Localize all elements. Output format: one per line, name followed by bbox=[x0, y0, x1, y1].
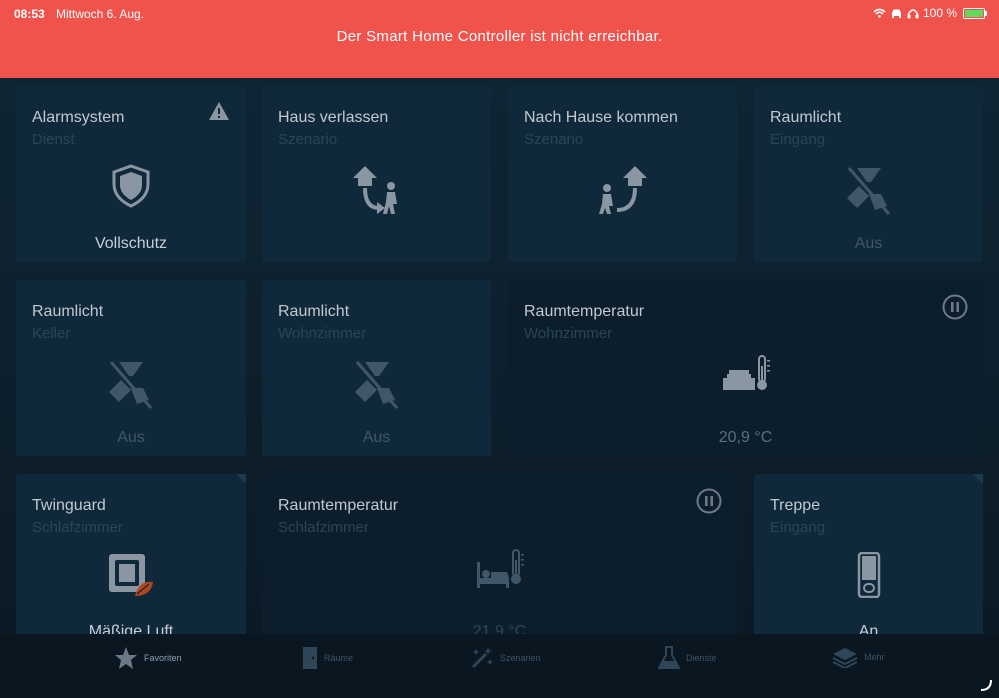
tile-value: An bbox=[858, 623, 879, 634]
tile-raumlicht-eingang[interactable]: Raumlicht Eingang Aus bbox=[754, 86, 983, 262]
favorites-grid: Alarmsystem Dienst Vollschutz Haus verla… bbox=[0, 78, 999, 634]
tab-raeume[interactable]: Räume bbox=[302, 646, 353, 670]
battery-icon bbox=[963, 7, 987, 19]
tile-fold bbox=[236, 474, 246, 484]
tile-raumtemperatur-wohnzimmer[interactable]: Raumtemperatur Wohnzimmer 20,9 °C bbox=[508, 280, 983, 456]
tile-twinguard[interactable]: Twinguard Schlafzimmer Mäßige Luft bbox=[16, 474, 246, 634]
tile-fold bbox=[973, 474, 983, 484]
tile-title: Alarmsystem bbox=[32, 109, 125, 126]
tile-subtitle: Dienst bbox=[32, 131, 75, 148]
tile-nach-hause-kommen[interactable]: Nach Hause kommen Szenario bbox=[508, 86, 737, 262]
tile-subtitle: Eingang bbox=[770, 131, 826, 148]
flask-icon bbox=[658, 646, 680, 669]
light-off-icon bbox=[846, 167, 890, 215]
magic-wand-icon bbox=[471, 647, 493, 669]
leave-house-icon bbox=[352, 166, 397, 214]
tab-dienste[interactable]: Dienste bbox=[658, 646, 717, 670]
shield-icon bbox=[112, 164, 150, 208]
tile-raumlicht-wohnzimmer[interactable]: Raumlicht Wohnzimmer Aus bbox=[262, 280, 491, 456]
tile-subtitle: Keller bbox=[32, 325, 71, 342]
tile-subtitle: Wohnzimmer bbox=[278, 325, 367, 342]
pause-icon[interactable] bbox=[942, 294, 968, 320]
status-date: Mittwoch 6. Aug. bbox=[56, 7, 145, 21]
tile-title: Raumlicht bbox=[278, 303, 350, 320]
banner-message: Der Smart Home Controller ist nicht erre… bbox=[336, 28, 663, 45]
tab-bar: Favoriten Räume Szenarien Dienste Mehr bbox=[0, 634, 999, 698]
status-time: 08:53 bbox=[14, 7, 45, 21]
tile-raumlicht-keller[interactable]: Raumlicht Keller Aus bbox=[16, 280, 246, 456]
tile-subtitle: Schlafzimmer bbox=[32, 519, 123, 536]
tile-subtitle: Schlafzimmer bbox=[278, 519, 369, 536]
tile-value: Aus bbox=[362, 429, 391, 446]
error-banner: 08:53 Mittwoch 6. Aug. 100 % Der Smart H… bbox=[0, 0, 999, 78]
status-indicators: 100 % bbox=[873, 6, 987, 20]
tile-subtitle: Eingang bbox=[770, 519, 826, 536]
car-icon bbox=[891, 9, 901, 18]
warning-icon[interactable] bbox=[208, 101, 230, 121]
tile-subtitle: Szenario bbox=[278, 131, 338, 148]
tab-label: Dienste bbox=[686, 653, 717, 663]
tile-title: Haus verlassen bbox=[278, 109, 389, 126]
star-icon bbox=[115, 647, 137, 669]
tile-subtitle: Wohnzimmer bbox=[524, 325, 613, 342]
tab-label: Szenarien bbox=[500, 653, 541, 663]
battery-percentage: 100 % bbox=[922, 6, 957, 20]
tile-title: Treppe bbox=[770, 497, 821, 514]
tile-value: Vollschutz bbox=[94, 235, 168, 252]
resize-handle-icon bbox=[980, 679, 992, 691]
tab-label: Räume bbox=[324, 653, 354, 663]
light-off-icon bbox=[354, 361, 398, 409]
tab-label: Mehr bbox=[864, 652, 885, 662]
tab-favoriten[interactable]: Favoriten bbox=[114, 646, 182, 670]
tile-title: Raumlicht bbox=[32, 303, 104, 320]
twinguard-icon bbox=[109, 554, 153, 596]
headphones-icon bbox=[907, 8, 919, 18]
wifi-icon bbox=[873, 8, 886, 18]
tab-label: Favoriten bbox=[144, 653, 182, 663]
come-home-icon bbox=[598, 166, 647, 214]
tab-mehr[interactable]: Mehr bbox=[832, 646, 885, 668]
switch-icon bbox=[857, 552, 880, 598]
tile-raumtemperatur-schlafzimmer[interactable]: Raumtemperatur Schlafzimmer 21,9 °C bbox=[262, 474, 737, 634]
layers-icon bbox=[832, 648, 858, 668]
tile-value: Aus bbox=[117, 429, 145, 446]
tile-value: 20,9 °C bbox=[718, 429, 773, 446]
door-icon bbox=[303, 647, 317, 669]
light-off-icon bbox=[109, 361, 153, 409]
tile-title: Raumtemperatur bbox=[524, 303, 645, 320]
tile-title: Raumtemperatur bbox=[278, 497, 399, 514]
tile-subtitle: Szenario bbox=[524, 131, 584, 148]
sofa-thermometer-icon bbox=[722, 355, 770, 390]
tab-szenarien[interactable]: Szenarien bbox=[470, 646, 541, 670]
tile-treppe[interactable]: Treppe Eingang An bbox=[754, 474, 983, 634]
tile-title: Twinguard bbox=[32, 497, 106, 514]
tile-value: Aus bbox=[854, 235, 883, 252]
tile-title: Nach Hause kommen bbox=[524, 109, 678, 126]
bed-thermometer-icon bbox=[476, 549, 524, 588]
pause-icon[interactable] bbox=[696, 488, 722, 514]
tile-haus-verlassen[interactable]: Haus verlassen Szenario bbox=[262, 86, 491, 262]
tile-value: Mäßige Luft bbox=[88, 623, 174, 634]
tile-alarmsystem[interactable]: Alarmsystem Dienst Vollschutz bbox=[16, 86, 246, 262]
tile-value: 21,9 °C bbox=[472, 623, 527, 634]
tile-title: Raumlicht bbox=[770, 109, 842, 126]
